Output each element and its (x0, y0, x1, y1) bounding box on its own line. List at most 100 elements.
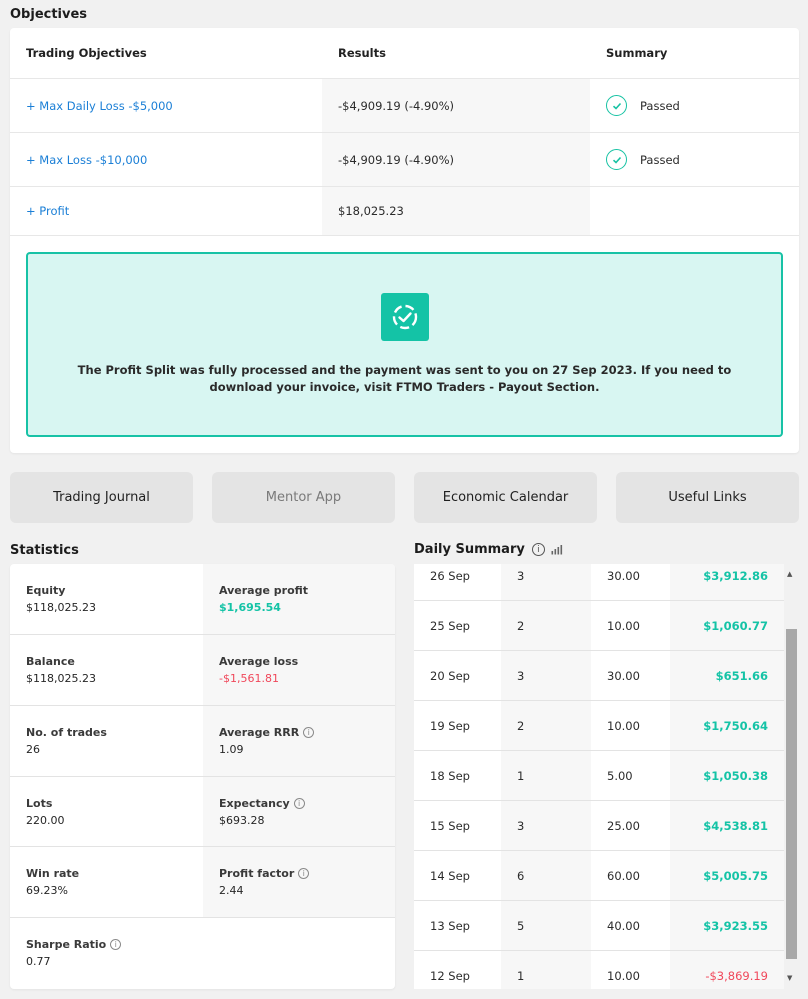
stat-row: Balance $118,025.23 Average loss -$1,561.8… (10, 635, 395, 706)
objective-link-max-loss[interactable]: + Max Loss -$10,000 (26, 153, 147, 167)
daily-summary-header: Daily Summary i (414, 542, 563, 557)
stat-label-average-rrr: Average RRR (219, 726, 300, 739)
notice-text: The Profit Split was fully processed and… (77, 363, 732, 394)
scrollbar-thumb[interactable] (786, 629, 797, 959)
stat-label-expectancy-wrap: Expectancy i (219, 797, 395, 810)
row-date: 18 Sep (430, 768, 470, 783)
summary-status: Passed (640, 152, 680, 167)
row-lots: 5.00 (607, 768, 633, 783)
check-circle-icon (606, 95, 627, 116)
scroll-up-arrow-icon[interactable]: ▲ (787, 570, 792, 578)
bar-chart-icon[interactable] (551, 544, 563, 555)
row-result: $1,750.64 (703, 718, 768, 733)
daily-summary-title: Daily Summary (414, 542, 525, 557)
stat-row: Equity $118,025.23 Average profit $1,695.5… (10, 564, 395, 635)
row-result: $651.66 (715, 668, 768, 683)
daily-summary-table: 26 Sep 3 30.00 $3,912.86 25 Sep 2 10.00 $1,060.… (414, 564, 799, 989)
check-circle-icon (606, 149, 627, 170)
economic-calendar-button[interactable]: Economic Calendar (414, 472, 597, 523)
row-date: 25 Sep (430, 618, 470, 633)
objectives-header-row: Trading Objectives Results Summary (10, 28, 799, 79)
stat-value-expectancy: $693.28 (219, 814, 265, 827)
statistics-title: Statistics (10, 543, 79, 558)
row-trades: 6 (517, 868, 525, 883)
row-trades: 1 (517, 768, 525, 783)
row-result: $1,050.38 (703, 768, 768, 783)
stat-label-lots: Lots (26, 797, 53, 810)
row-result: $3,923.55 (703, 918, 768, 933)
daily-summary-row: 12 Sep 1 10.00 -$3,869.19 (414, 951, 784, 989)
stat-value-average-rrr: 1.09 (219, 743, 244, 756)
row-date: 19 Sep (430, 718, 470, 733)
row-result: $5,005.75 (703, 868, 768, 883)
row-lots: 25.00 (607, 818, 640, 833)
stat-value-no-of-trades: 26 (26, 743, 40, 756)
row-result: -$3,869.19 (705, 968, 768, 983)
objective-row-profit: + Profit $18,025.23 (10, 187, 799, 236)
useful-links-button[interactable]: Useful Links (616, 472, 799, 523)
header-trading-objectives: Trading Objectives (26, 46, 147, 60)
stat-value-average-loss: -$1,561.81 (219, 672, 279, 685)
objective-row-max-daily-loss: + Max Daily Loss -$5,000 -$4,909.19 (-4.… (10, 79, 799, 133)
dashed-check-icon (381, 293, 429, 341)
row-lots: 30.00 (607, 568, 640, 583)
stat-row: Win rate 69.23% Profit factor i 2.44 (10, 847, 395, 918)
info-icon[interactable]: i (293, 798, 305, 809)
row-trades: 2 (517, 618, 525, 633)
daily-summary-row: 19 Sep 2 10.00 $1,750.64 (414, 701, 784, 751)
row-lots: 10.00 (607, 718, 640, 733)
row-trades: 1 (517, 968, 525, 983)
stat-row: Sharpe Ratio i 0.77 (10, 918, 395, 989)
objective-row-max-loss: + Max Loss -$10,000 -$4,909.19 (-4.90%) … (10, 133, 799, 187)
row-trades: 3 (517, 818, 525, 833)
objective-result: -$4,909.19 (-4.90%) (322, 133, 590, 186)
objectives-title: Objectives (10, 7, 88, 22)
stat-value-win-rate: 69.23% (26, 884, 68, 897)
objectives-card: Trading Objectives Results Summary + Max… (10, 28, 799, 453)
mentor-app-button[interactable]: Mentor App (212, 472, 395, 523)
row-result: $4,538.81 (703, 818, 768, 833)
row-date: 15 Sep (430, 818, 470, 833)
info-icon[interactable]: i (531, 543, 545, 556)
daily-summary-row: 18 Sep 1 5.00 $1,050.38 (414, 751, 784, 801)
objective-result: -$4,909.19 (-4.90%) (322, 79, 590, 132)
row-date: 12 Sep (430, 968, 470, 983)
scroll-down-arrow-icon[interactable]: ▼ (787, 974, 792, 982)
row-trades: 2 (517, 718, 525, 733)
stat-label-win-rate: Win rate (26, 867, 80, 880)
stat-row: Lots 220.00 Expectancy i $693.28 (10, 777, 395, 847)
objective-summary (590, 187, 799, 235)
trading-journal-button[interactable]: Trading Journal (10, 472, 193, 523)
header-summary: Summary (606, 46, 668, 60)
stat-value-sharpe-ratio: 0.77 (26, 955, 51, 968)
row-lots: 60.00 (607, 868, 640, 883)
daily-summary-row: 26 Sep 3 30.00 $3,912.86 (414, 564, 784, 601)
stat-label-profit-factor: Profit factor (219, 867, 295, 880)
info-icon[interactable]: i (110, 939, 122, 950)
row-result: $1,060.77 (703, 618, 768, 633)
stat-label-no-of-trades: No. of trades (26, 726, 107, 739)
info-icon[interactable]: i (303, 727, 315, 738)
stat-value-profit-factor: 2.44 (219, 884, 244, 897)
stat-value-balance: $118,025.23 (26, 672, 96, 685)
row-lots: 10.00 (607, 618, 640, 633)
stat-label-average-profit: Average profit (219, 584, 309, 597)
stat-label-profit-factor-wrap: Profit factor i (219, 867, 395, 880)
objective-link-max-daily-loss[interactable]: + Max Daily Loss -$5,000 (26, 99, 173, 113)
row-date: 13 Sep (430, 918, 470, 933)
objective-link-profit[interactable]: + Profit (26, 204, 69, 218)
info-icon[interactable]: i (298, 868, 310, 879)
row-date: 26 Sep (430, 568, 470, 583)
stat-value-lots: 220.00 (26, 814, 65, 827)
stat-label-sharpe-ratio-wrap: Sharpe Ratio i (26, 938, 203, 951)
row-lots: 10.00 (607, 968, 640, 983)
objective-summary: Passed (590, 133, 799, 186)
objective-result: $18,025.23 (322, 187, 590, 235)
daily-summary-row: 20 Sep 3 30.00 $651.66 (414, 651, 784, 701)
stat-label-equity: Equity (26, 584, 66, 597)
row-trades: 3 (517, 568, 525, 583)
statistics-card: Equity $118,025.23 Average profit $1,695.5… (10, 564, 395, 989)
row-date: 14 Sep (430, 868, 470, 883)
daily-summary-row: 15 Sep 3 25.00 $4,538.81 (414, 801, 784, 851)
stat-row: No. of trades 26 Average RRR i 1.09 (10, 706, 395, 777)
